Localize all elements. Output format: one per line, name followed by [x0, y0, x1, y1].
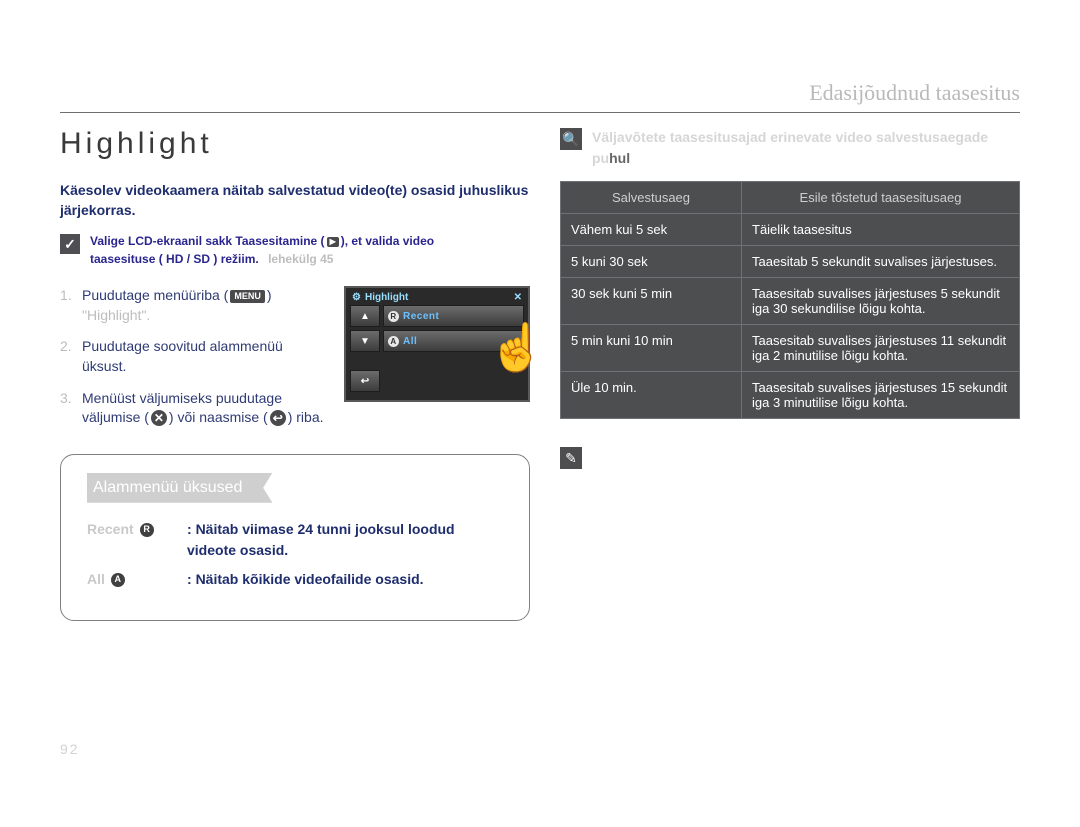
back-icon: ↩ — [270, 410, 286, 426]
close-icon: ✕ — [151, 410, 167, 426]
section-title: Highlight — [60, 127, 530, 161]
all-circle-icon: A — [388, 336, 399, 347]
gear-icon: ⚙ — [352, 292, 361, 303]
table-row: 30 sek kuni 5 minTaasesitab suvalises jä… — [561, 278, 1020, 325]
table-row: 5 min kuni 10 minTaasesitab suvalises jä… — [561, 325, 1020, 372]
screen-page-count: 1/1 — [350, 355, 524, 368]
submenu-panel: Alammenüü üksused Recent R : Näitab viim… — [60, 454, 530, 621]
precheck-block: ✓ Valige LCD-ekraanil sakk Taasesitamine… — [60, 232, 530, 268]
table-row: Vähem kui 5 sekTäielik taasesitus — [561, 214, 1020, 246]
magnifier-icon: 🔍 — [560, 128, 582, 150]
screen-down-button[interactable]: ▼ — [350, 330, 380, 352]
th-play-time: Esile tõstetud taasesitusaeg — [742, 182, 1020, 214]
recent-circle-icon: R — [388, 311, 399, 322]
screen-close-icon: ✕ — [514, 292, 522, 303]
submenu-item-all: All A : Näitab kõikide videofailide osas… — [87, 569, 503, 590]
info-title: Väljavõtete taasesitusajad erinevate vid… — [592, 127, 1020, 169]
breadcrumb: Edasijõudnud taasesitus — [60, 80, 1020, 112]
note-icon: ✎ — [560, 447, 582, 469]
submenu-heading: Alammenüü üksused — [87, 473, 272, 503]
playback-table: Salvestusaeg Esile tõstetud taasesitusae… — [560, 181, 1020, 419]
left-column: Highlight Käesolev videokaamera näitab s… — [60, 127, 530, 621]
device-screenshot: ⚙ Highlight ✕ ▲ R Recent — [344, 286, 530, 440]
table-row: 5 kuni 30 sekTaaesitab 5 sekundit suvali… — [561, 246, 1020, 278]
screen-item-all[interactable]: A All — [383, 330, 524, 352]
page-number: 92 — [60, 741, 80, 757]
right-column: 🔍 Väljavõtete taasesitusajad erinevate v… — [560, 127, 1020, 469]
recent-icon: R — [140, 523, 154, 537]
intro-text: Käesolev videokaamera näitab salvestatud… — [60, 181, 530, 220]
divider — [60, 112, 1020, 113]
step-2: 2. Puudutage soovitud alammenüü üksust. — [60, 337, 330, 376]
step-list: 1. Puudutage menüüriba (MENU) "Highlight… — [60, 286, 330, 440]
play-tab-icon: ▶ — [327, 237, 339, 247]
precheck-text: Valige LCD-ekraanil sakk Taasesitamine (… — [90, 232, 434, 268]
menu-badge: MENU — [230, 290, 265, 303]
th-rec-time: Salvestusaeg — [561, 182, 742, 214]
step-1: 1. Puudutage menüüriba (MENU) "Highlight… — [60, 286, 330, 325]
screen-back-button[interactable]: ↩ — [350, 370, 380, 392]
screen-item-recent[interactable]: R Recent — [383, 305, 524, 327]
screen-up-button[interactable]: ▲ — [350, 305, 380, 327]
precheck-icon: ✓ — [60, 234, 80, 254]
all-icon: A — [111, 573, 125, 587]
screen-title: Highlight — [365, 292, 408, 303]
step-3: 3. Menüüst väljumiseks puudutage väljumi… — [60, 389, 330, 428]
submenu-item-recent: Recent R : Näitab viimase 24 tunni jooks… — [87, 519, 503, 561]
table-row: Üle 10 min.Taasesitab suvalises järjestu… — [561, 372, 1020, 419]
